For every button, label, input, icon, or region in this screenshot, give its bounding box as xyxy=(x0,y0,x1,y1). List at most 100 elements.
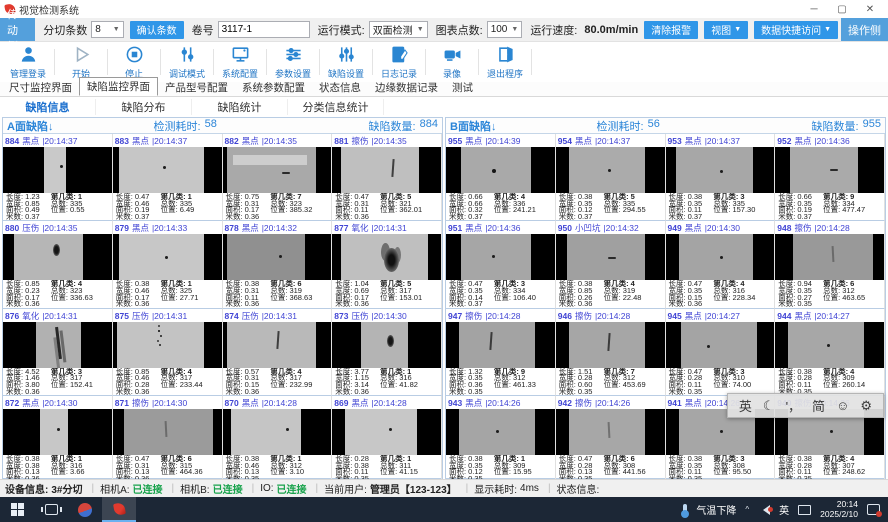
maximize-button[interactable]: ▢ xyxy=(828,4,856,15)
defect-thumbnail[interactable] xyxy=(223,409,332,455)
ime-smiley-icon[interactable]: ☺ xyxy=(836,398,849,413)
weather-text[interactable]: 气温下降 xyxy=(696,502,736,517)
task-view-button[interactable] xyxy=(34,497,68,522)
defect-thumbnail[interactable] xyxy=(556,322,665,368)
main-tab-6[interactable]: 测试 xyxy=(445,79,480,96)
defect-thumbnail[interactable] xyxy=(446,147,555,193)
ime-moon-icon[interactable]: ☾ xyxy=(763,398,775,414)
defect-thumbnail[interactable] xyxy=(332,322,441,368)
defect-cell[interactable]: 946擦伤|20:14:28长度:1.51宽度:0.28面积:0.60米数:0.… xyxy=(556,309,666,396)
defect-thumbnail[interactable] xyxy=(223,234,332,280)
main-tab-3[interactable]: 系统参数配置 xyxy=(235,79,312,96)
defect-cell[interactable]: 882黑点|20:14:35长度:0.75宽度:0.31面积:0.17米数:0.… xyxy=(223,134,333,221)
ime-simplified[interactable]: 简 xyxy=(812,396,825,415)
view-menu-button[interactable]: 视图▼ xyxy=(704,21,748,39)
defect-cell[interactable]: 954黑点|20:14:37长度:0.38宽度:0.35面积:0.12米数:0.… xyxy=(556,134,666,221)
defect-cell[interactable]: 871擦伤|20:14:30长度:0.47宽度:0.31面积:0.13米数:0.… xyxy=(113,396,223,483)
defect-thumbnail[interactable] xyxy=(775,147,884,193)
defect-cell[interactable]: 880压伤|20:14:35长度:0.85宽度:0.23面积:0.17米数:0.… xyxy=(3,221,113,308)
taskbar-app-active[interactable] xyxy=(102,497,136,522)
sub-tab-1[interactable]: 缺陷分布 xyxy=(96,99,192,115)
defect-cell[interactable]: 943黑点|20:14:26长度:0.38宽度:0.35面积:0.12米数:0.… xyxy=(446,396,556,483)
main-tab-5[interactable]: 边缘数据记录 xyxy=(368,79,445,96)
toolbar-button-play[interactable]: 开始 xyxy=(55,43,107,81)
toolbar-button-params-sliders[interactable]: 参数设置 xyxy=(267,43,319,81)
ime-settings-icon[interactable]: ⚙ xyxy=(860,398,872,414)
confirm-count-button[interactable]: 确认条数 xyxy=(130,21,184,39)
keyboard-icon[interactable] xyxy=(798,505,811,515)
ime-punct-icon[interactable]: '， xyxy=(786,396,801,415)
defect-cell[interactable]: 870黑点|20:14:28长度:0.38宽度:0.46面积:0.13米数:0.… xyxy=(223,396,333,483)
defect-thumbnail[interactable] xyxy=(556,234,665,280)
defect-thumbnail[interactable] xyxy=(666,147,775,193)
toolbar-button-debug-sliders[interactable]: 调试模式 xyxy=(161,43,213,81)
volume-icon[interactable] xyxy=(758,505,770,515)
defect-thumbnail[interactable] xyxy=(3,409,112,455)
defect-thumbnail[interactable] xyxy=(446,322,555,368)
defect-thumbnail[interactable] xyxy=(666,234,775,280)
hidden-icons-chevron[interactable]: ^ xyxy=(745,505,749,514)
defect-thumbnail[interactable] xyxy=(446,409,555,455)
defect-thumbnail[interactable] xyxy=(775,234,884,280)
defect-cell[interactable]: 950小凹坑|20:14:32长度:0.38宽度:0.85面积:0.26米数:0… xyxy=(556,221,666,308)
defect-cell[interactable]: 945黑点|20:14:27长度:0.47宽度:0.28面积:0.11米数:0.… xyxy=(666,309,776,396)
sub-tab-3[interactable]: 分类信息统计 xyxy=(288,99,384,115)
ime-language-indicator[interactable]: 英 xyxy=(779,502,789,517)
defect-cell[interactable]: 951黑点|20:14:36长度:0.47宽度:0.35面积:0.14米数:0.… xyxy=(446,221,556,308)
toolbar-button-stop[interactable]: 停止 xyxy=(108,43,160,81)
defect-cell[interactable]: 953黑点|20:14:37长度:0.38宽度:0.35面积:0.11米数:0.… xyxy=(666,134,776,221)
defect-cell[interactable]: 948擦伤|20:14:28长度:0.94宽度:0.35面积:0.27米数:0.… xyxy=(775,221,885,308)
chart-points-select[interactable]: 100▼ xyxy=(487,21,523,38)
defect-thumbnail[interactable] xyxy=(556,147,665,193)
run-mode-select[interactable]: 双面检测▼ xyxy=(369,21,428,38)
main-tab-0[interactable]: 尺寸监控界面 xyxy=(2,79,79,96)
defect-thumbnail[interactable] xyxy=(3,234,112,280)
defect-thumbnail[interactable] xyxy=(332,409,441,455)
data-shortcut-menu-button[interactable]: 数据快捷访问▼ xyxy=(754,21,838,39)
defect-cell[interactable]: 872黑点|20:14:30长度:0.38宽度:0.38面积:0.13米数:0.… xyxy=(3,396,113,483)
defect-thumbnail[interactable] xyxy=(113,147,222,193)
defect-cell[interactable]: 949黑点|20:14:30长度:0.47宽度:0.35面积:0.15米数:0.… xyxy=(666,221,776,308)
panel-title[interactable]: B面缺陷↓ xyxy=(450,118,597,134)
defect-cell[interactable]: 873压伤|20:14:30长度:3.77宽度:1.15面积:3.14米数:0.… xyxy=(332,309,442,396)
defect-cell[interactable]: 878黑点|20:14:32长度:0.38宽度:0.31面积:0.11米数:0.… xyxy=(223,221,333,308)
defect-cell[interactable]: 877氧化|20:14:31长度:1.04宽度:0.69面积:0.17米数:0.… xyxy=(332,221,442,308)
defect-cell[interactable]: 874压伤|20:14:31长度:0.57宽度:0.31面积:0.15米数:0.… xyxy=(223,309,333,396)
panel-title[interactable]: A面缺陷↓ xyxy=(7,118,154,134)
defect-thumbnail[interactable] xyxy=(113,322,222,368)
defect-cell[interactable]: 876氧化|20:14:31长度:4.52宽度:1.46面积:3.80米数:0.… xyxy=(3,309,113,396)
action-center-icon[interactable] xyxy=(867,504,880,515)
defect-cell[interactable]: 875压伤|20:14:31长度:0.85宽度:0.46面积:0.28米数:0.… xyxy=(113,309,223,396)
taskbar-app-1[interactable] xyxy=(68,497,102,522)
defect-thumbnail[interactable] xyxy=(223,322,332,368)
toolbar-button-defect-sliders[interactable]: 缺陷设置 xyxy=(320,43,372,81)
sub-tab-2[interactable]: 缺陷统计 xyxy=(192,99,288,115)
defect-cell[interactable]: 952黑点|20:14:36长度:0.66宽度:0.35面积:0.19米数:0.… xyxy=(775,134,885,221)
defect-thumbnail[interactable] xyxy=(332,147,441,193)
defect-cell[interactable]: 884黑点|20:14:37长度:1.23宽度:0.85面积:0.49米数:0.… xyxy=(3,134,113,221)
toolbar-button-log-book[interactable]: 日志记录 xyxy=(373,43,425,81)
main-tab-4[interactable]: 状态信息 xyxy=(312,79,368,96)
defect-thumbnail[interactable] xyxy=(666,322,775,368)
defect-cell[interactable]: 869黑点|20:14:28长度:0.28宽度:0.38面积:0.11米数:0.… xyxy=(332,396,442,483)
defect-thumbnail[interactable] xyxy=(332,234,441,280)
minimize-button[interactable]: ─ xyxy=(800,4,828,15)
clear-alarm-button[interactable]: 清除报警 xyxy=(644,21,698,39)
defect-thumbnail[interactable] xyxy=(3,147,112,193)
defect-cell[interactable]: 947擦伤|20:14:28长度:1.32宽度:0.35面积:0.36米数:0.… xyxy=(446,309,556,396)
toolbar-button-monitor[interactable]: 系统配置 xyxy=(214,43,266,81)
close-button[interactable]: ✕ xyxy=(856,4,884,15)
defect-thumbnail[interactable] xyxy=(223,147,332,193)
main-tab-1[interactable]: 缺陷监控界面 xyxy=(79,77,158,96)
defect-thumbnail[interactable] xyxy=(113,409,222,455)
sub-tab-0[interactable]: 缺陷信息 xyxy=(0,99,96,115)
main-tab-2[interactable]: 产品型号配置 xyxy=(158,79,235,96)
defect-thumbnail[interactable] xyxy=(113,234,222,280)
toolbar-button-video-camera[interactable]: 录像 xyxy=(426,43,478,81)
defect-thumbnail[interactable] xyxy=(446,234,555,280)
defect-thumbnail[interactable] xyxy=(3,322,112,368)
defect-cell[interactable]: 942擦伤|20:14:26长度:0.47宽度:0.28面积:0.13米数:0.… xyxy=(556,396,666,483)
defect-cell[interactable]: 883黑点|20:14:37长度:0.47宽度:0.46面积:0.19米数:0.… xyxy=(113,134,223,221)
start-button[interactable] xyxy=(0,497,34,522)
defect-thumbnail[interactable] xyxy=(775,322,884,368)
